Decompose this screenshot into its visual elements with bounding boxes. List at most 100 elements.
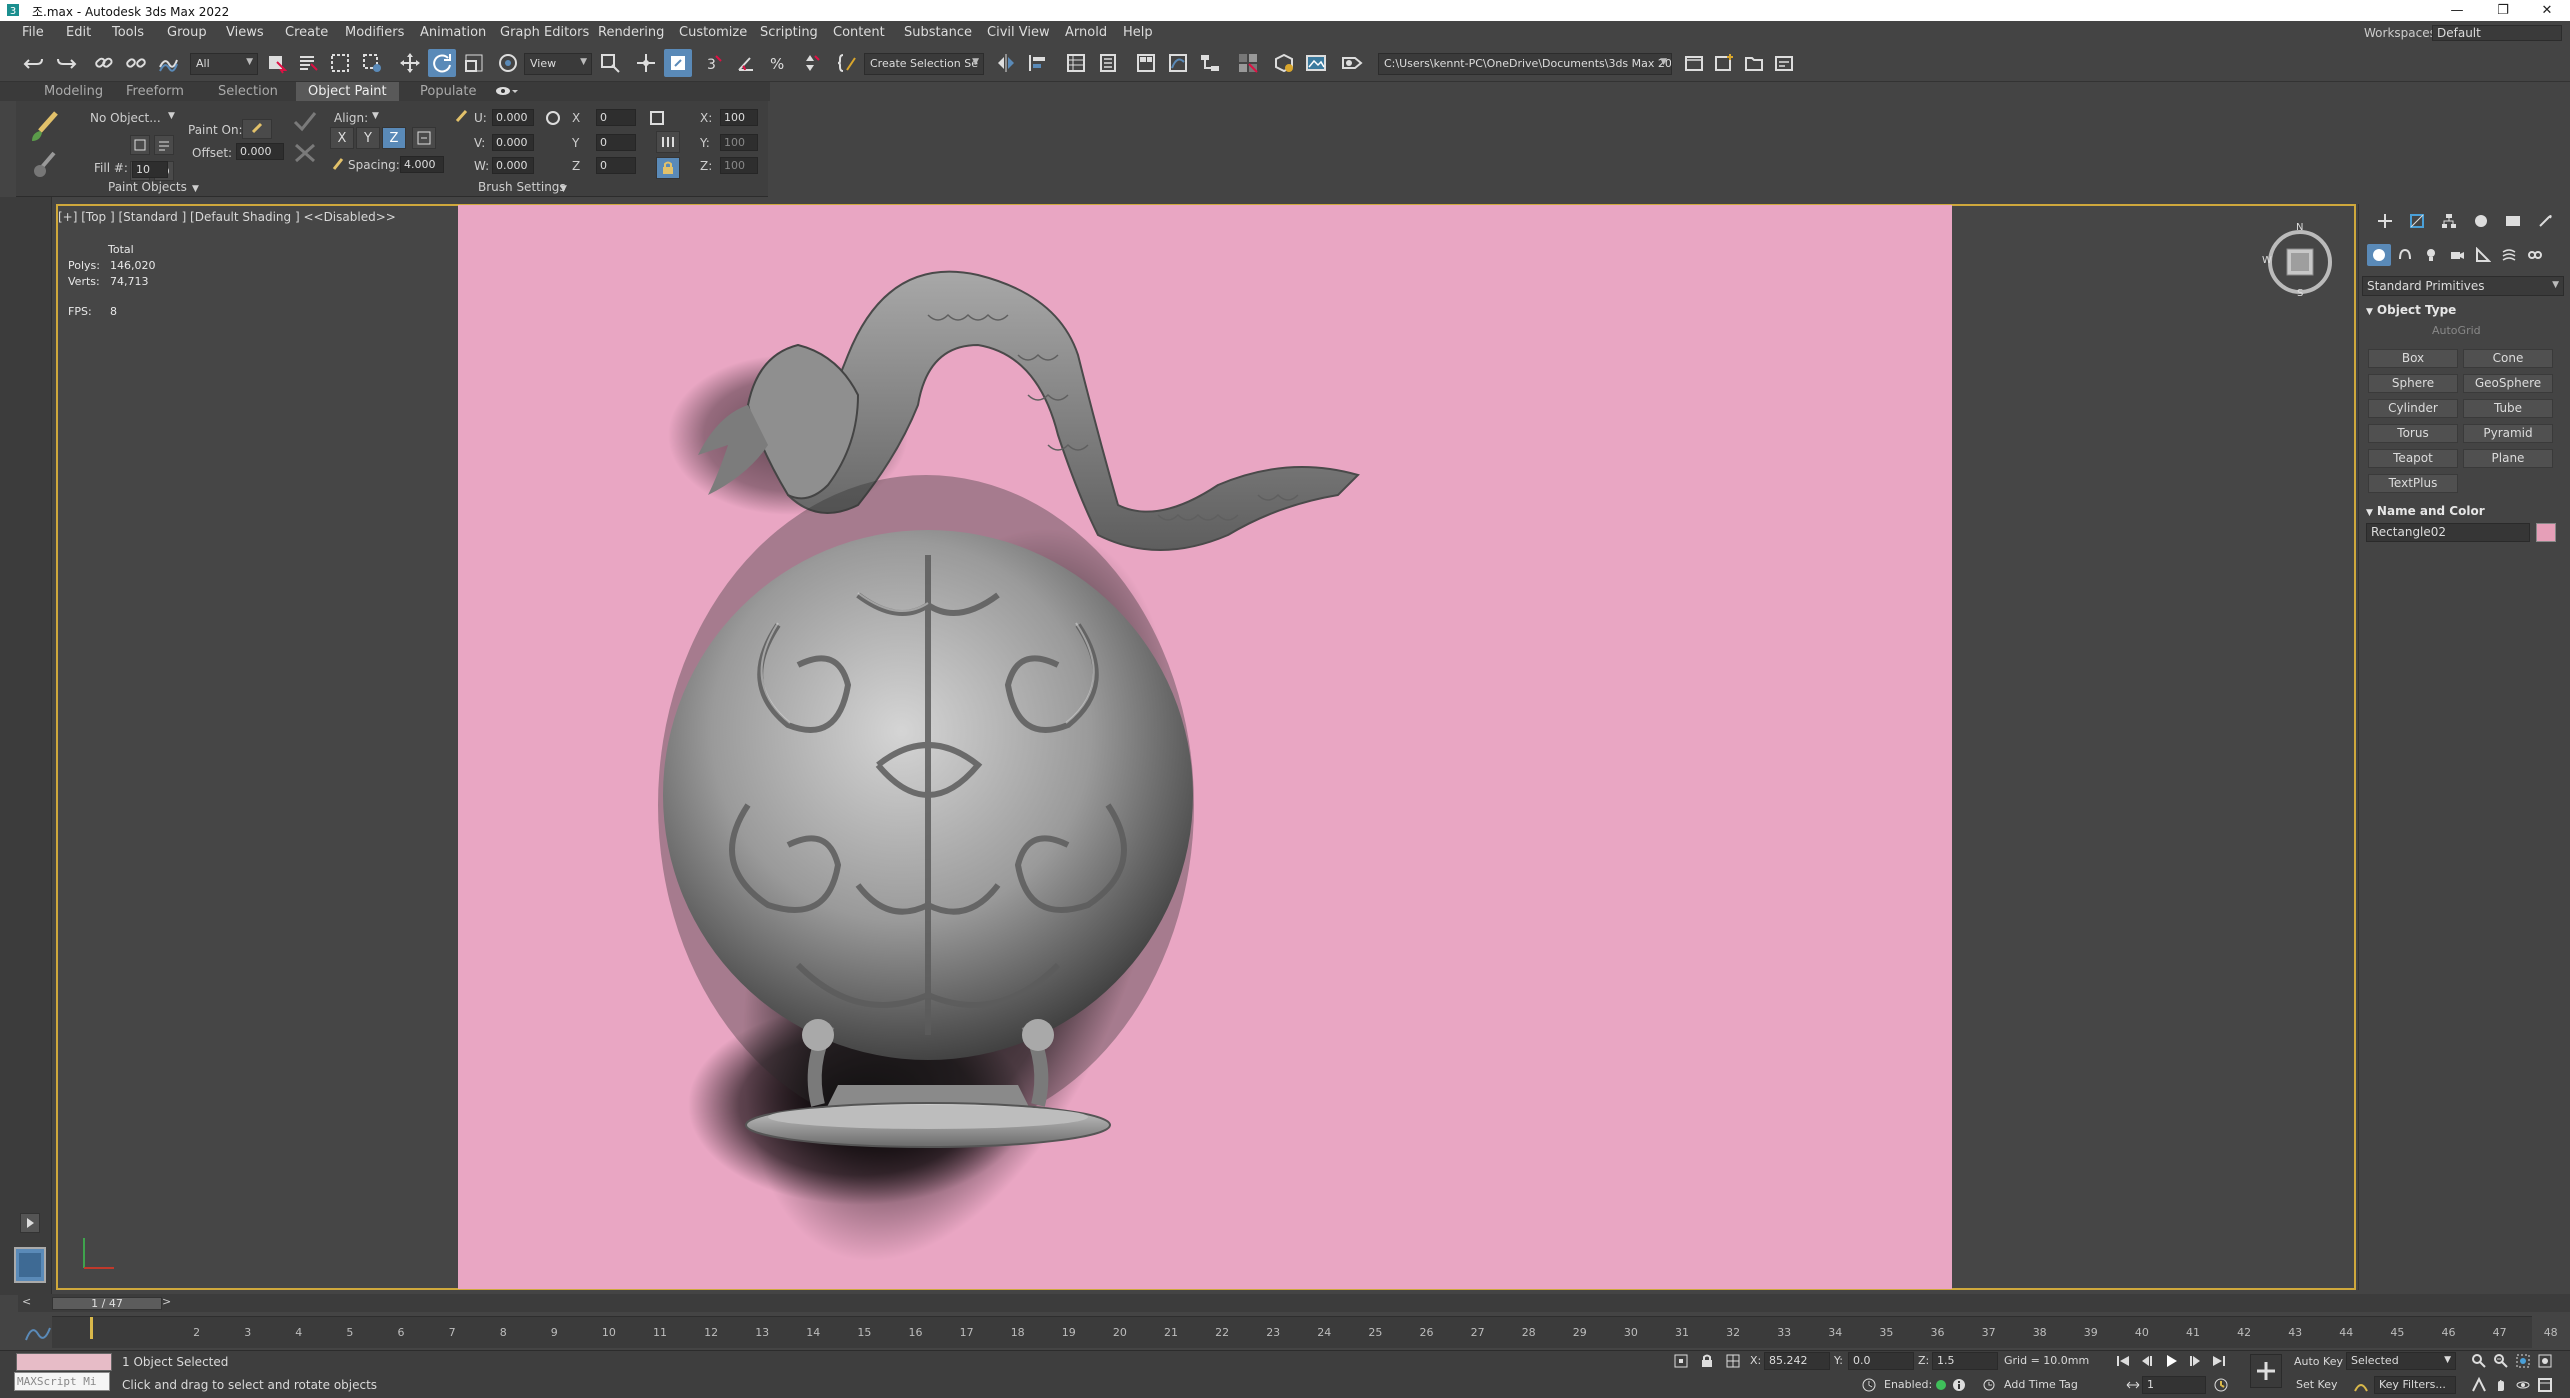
isolate-selection-icon[interactable] bbox=[1672, 1352, 1690, 1370]
maxscript-listener-preview[interactable] bbox=[16, 1353, 112, 1371]
plane-button[interactable]: Plane bbox=[2463, 449, 2553, 468]
toggle-ribbon-icon[interactable] bbox=[1132, 49, 1160, 77]
undo-icon[interactable] bbox=[20, 49, 48, 77]
pyramid-button[interactable]: Pyramid bbox=[2463, 424, 2553, 443]
open-project-icon[interactable] bbox=[1680, 49, 1708, 77]
cancel-icon[interactable] bbox=[292, 141, 318, 165]
schematic-view-icon[interactable] bbox=[1196, 49, 1224, 77]
menu-group[interactable]: Group bbox=[167, 25, 207, 40]
scale-z-spinner[interactable]: 100 bbox=[720, 157, 758, 174]
scale-mode-icon[interactable] bbox=[656, 131, 680, 153]
teapot-button[interactable]: Teapot bbox=[2368, 449, 2458, 468]
spacing-spinner[interactable]: 4.000 bbox=[400, 156, 444, 173]
unlink-icon[interactable] bbox=[122, 49, 150, 77]
viewport-layout-thumb[interactable] bbox=[14, 1247, 46, 1283]
viewcube-west[interactable]: W bbox=[2262, 255, 2272, 266]
edit-named-selection-icon[interactable] bbox=[834, 49, 862, 77]
field-of-view-icon[interactable] bbox=[2470, 1376, 2488, 1394]
play-icon[interactable] bbox=[2162, 1352, 2180, 1370]
paint-object-icon[interactable] bbox=[28, 147, 62, 181]
rotate-x-spinner[interactable]: 0 bbox=[596, 109, 636, 126]
absolute-transform-icon[interactable] bbox=[1724, 1352, 1742, 1370]
default-in-out-tangents-icon[interactable] bbox=[2352, 1376, 2370, 1394]
open-mini-curve-editor-icon[interactable] bbox=[22, 1322, 52, 1344]
new-project-icon[interactable] bbox=[1710, 49, 1738, 77]
align-z-button[interactable]: Z bbox=[382, 127, 406, 149]
geometry-category-icon[interactable] bbox=[2367, 244, 2391, 266]
object-color-swatch[interactable] bbox=[2536, 523, 2556, 542]
mirror-icon[interactable] bbox=[992, 49, 1020, 77]
paint-on-icon[interactable] bbox=[242, 119, 272, 139]
pick-object-icon[interactable] bbox=[130, 135, 150, 155]
z-coord-field[interactable]: 1.5 bbox=[1932, 1352, 1998, 1370]
edit-list-icon[interactable] bbox=[154, 135, 174, 155]
brush-settings-panel-title[interactable]: Brush Settings bbox=[478, 180, 566, 194]
align-x-button[interactable]: X bbox=[330, 127, 354, 149]
selection-filter-dropdown[interactable]: All ▼ bbox=[190, 53, 258, 75]
menu-animation[interactable]: Animation bbox=[420, 25, 486, 40]
menu-modifiers[interactable]: Modifiers bbox=[345, 25, 404, 40]
enabled-status-icon[interactable] bbox=[1932, 1376, 1950, 1394]
time-configuration-icon[interactable] bbox=[2212, 1376, 2230, 1394]
maxscript-mini-listener[interactable]: MAXScript Mi bbox=[14, 1372, 110, 1391]
percent-snap-icon[interactable]: % bbox=[764, 49, 792, 77]
cylinder-button[interactable]: Cylinder bbox=[2368, 399, 2458, 418]
name-color-rollout[interactable]: ▼ Name and Color bbox=[2366, 504, 2485, 518]
viewcube[interactable]: N S W bbox=[2260, 222, 2340, 302]
scene-explorer-icon[interactable] bbox=[1062, 49, 1090, 77]
previous-frame-icon[interactable] bbox=[2138, 1352, 2156, 1370]
zoom-all-icon[interactable] bbox=[2492, 1352, 2510, 1370]
time-tag-icon[interactable] bbox=[1980, 1376, 1998, 1394]
object-name-input[interactable]: Rectangle02 bbox=[2366, 523, 2530, 542]
curve-editor-icon[interactable] bbox=[1164, 49, 1192, 77]
y-coord-field[interactable]: 0.0 bbox=[1848, 1352, 1914, 1370]
link-icon[interactable] bbox=[90, 49, 118, 77]
menu-rendering[interactable]: Rendering bbox=[598, 25, 664, 40]
display-tab-icon[interactable] bbox=[2499, 210, 2527, 232]
ref-coord-dropdown[interactable]: View ▼ bbox=[524, 53, 592, 75]
scale-lock-icon[interactable] bbox=[656, 157, 680, 179]
align-y-button[interactable]: Y bbox=[356, 127, 380, 149]
key-mode-toggle-icon[interactable] bbox=[2124, 1376, 2142, 1394]
tab-populate[interactable]: Populate bbox=[408, 82, 489, 101]
project-folder-icon[interactable] bbox=[1740, 49, 1768, 77]
render-setup-icon[interactable] bbox=[1270, 49, 1298, 77]
tab-modeling[interactable]: Modeling bbox=[32, 82, 115, 101]
x-coord-field[interactable]: 85.242 bbox=[1764, 1352, 1830, 1370]
sphere-button[interactable]: Sphere bbox=[2368, 374, 2458, 393]
rectangular-selection-icon[interactable] bbox=[326, 49, 354, 77]
time-slider-prev[interactable]: < bbox=[22, 1295, 31, 1308]
select-manipulate-icon[interactable] bbox=[632, 49, 660, 77]
set-key-button[interactable]: Set Key bbox=[2296, 1378, 2338, 1391]
paint-object-selector[interactable]: No Object... bbox=[90, 111, 161, 125]
snaps-toggle-icon[interactable]: 3 bbox=[700, 49, 728, 77]
place-icon[interactable] bbox=[494, 49, 522, 77]
helpers-category-icon[interactable] bbox=[2471, 244, 2495, 266]
current-frame-field[interactable]: 1 bbox=[2142, 1376, 2206, 1394]
angle-snap-icon[interactable] bbox=[732, 49, 760, 77]
paint-objects-panel-title[interactable]: Paint Objects bbox=[108, 180, 187, 194]
menu-arnold[interactable]: Arnold bbox=[1065, 25, 1107, 40]
scale-icon[interactable] bbox=[460, 49, 488, 77]
next-frame-icon[interactable] bbox=[2186, 1352, 2204, 1370]
viewcube-south[interactable]: S bbox=[2297, 288, 2303, 299]
select-by-name-icon[interactable] bbox=[294, 49, 322, 77]
menu-create[interactable]: Create bbox=[285, 25, 328, 40]
zoom-extents-icon[interactable] bbox=[2514, 1352, 2532, 1370]
tab-freeform[interactable]: Freeform bbox=[114, 82, 196, 101]
modify-tab-icon[interactable] bbox=[2403, 210, 2431, 232]
window-crossing-icon[interactable] bbox=[358, 49, 386, 77]
adaptive-degradation-icon[interactable] bbox=[1860, 1376, 1878, 1394]
object-type-rollout[interactable]: ▼ Object Type bbox=[2366, 303, 2456, 317]
move-icon[interactable] bbox=[396, 49, 424, 77]
zoom-extents-all-icon[interactable] bbox=[2536, 1352, 2554, 1370]
time-slider[interactable]: < > bbox=[18, 1294, 2570, 1312]
restore-button[interactable]: ❐ bbox=[2480, 0, 2526, 21]
utilities-tab-icon[interactable] bbox=[2531, 210, 2559, 232]
menu-civil-view[interactable]: Civil View bbox=[987, 25, 1050, 40]
geosphere-button[interactable]: GeoSphere bbox=[2463, 374, 2553, 393]
offset-u-spinner[interactable]: 0.000 bbox=[492, 109, 534, 126]
autogrid-checkbox[interactable]: AutoGrid bbox=[2432, 324, 2481, 337]
selection-lock-icon[interactable] bbox=[1698, 1352, 1716, 1370]
commit-icon[interactable] bbox=[292, 109, 318, 133]
